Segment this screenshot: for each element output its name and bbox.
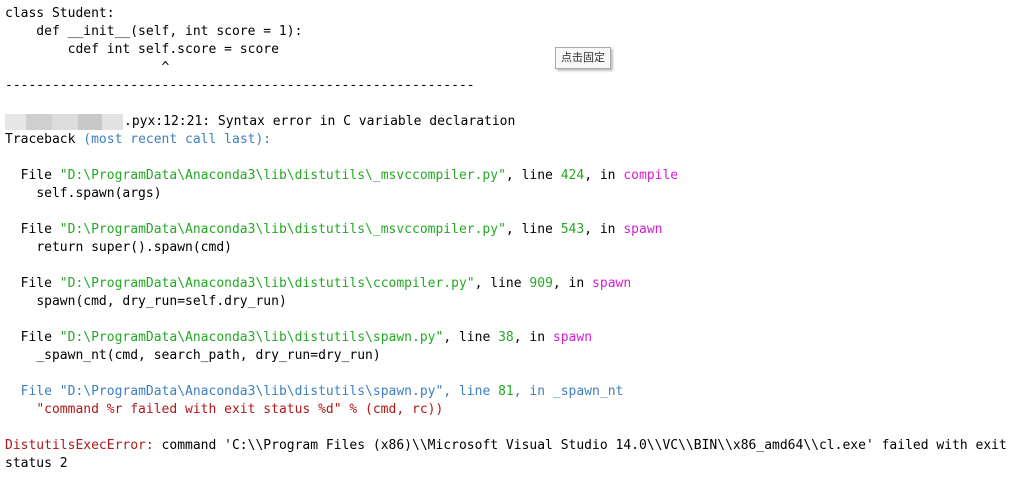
frame-file-line: File "D:\ProgramData\Anaconda3\lib\distu…	[20, 384, 624, 399]
frame-code-line: spawn(cmd, dry_run=self.dry_run)	[36, 294, 287, 309]
frame-file-line: File "D:\ProgramData\Anaconda3\lib\distu…	[20, 330, 593, 345]
frame-file-line: File "D:\ProgramData\Anaconda3\lib\distu…	[20, 168, 679, 183]
frame-code-line: "command %r failed with exit status %d" …	[36, 402, 444, 417]
final-error-continued: status 2	[5, 456, 68, 471]
caret-marker: ^	[5, 60, 170, 75]
frame-file-line: File "D:\ProgramData\Anaconda3\lib\distu…	[20, 276, 632, 291]
separator-line: ----------------------------------------…	[5, 78, 475, 93]
error-location: .pyx:12:21: Syntax error in C variable d…	[5, 113, 515, 131]
tooltip[interactable]: 点击固定	[555, 47, 611, 69]
frame-code-line: self.spawn(args)	[36, 186, 162, 201]
frame-code-line: return super().spawn(cmd)	[36, 240, 232, 255]
final-error: DistutilsExecError: command 'C:\\Program…	[5, 438, 1007, 453]
redacted-path	[5, 113, 123, 130]
traceback-header: Traceback (most recent call last):	[5, 132, 272, 147]
frame-code-line: _spawn_nt(cmd, search_path, dry_run=dry_…	[36, 348, 381, 363]
code-line-1: class Student:	[5, 6, 115, 21]
frame-file-line: File "D:\ProgramData\Anaconda3\lib\distu…	[20, 222, 663, 237]
code-line-3: cdef int self.score = score	[5, 42, 279, 57]
code-line-2: def __init__(self, int score = 1):	[5, 24, 303, 39]
